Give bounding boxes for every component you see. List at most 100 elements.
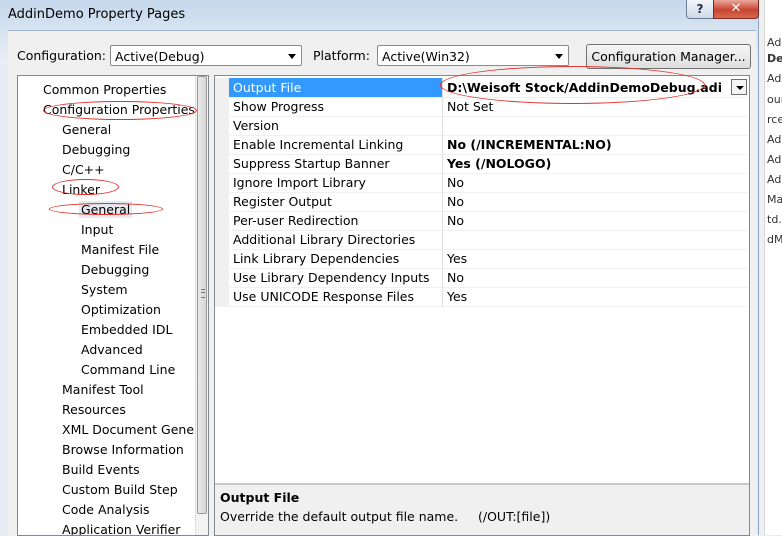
property-name[interactable]: Output File	[229, 78, 443, 97]
background-text: Add	[767, 153, 782, 166]
property-name[interactable]: Enable Incremental Linking	[229, 135, 443, 154]
property-pages-dialog: AddinDemo Property Pages ? ✕ Configurati…	[0, 0, 759, 536]
tree-item-code-analysis[interactable]: Code Analysis	[62, 501, 149, 518]
property-row[interactable]: Per-user Redirection No	[215, 211, 749, 231]
property-name[interactable]: Link Library Dependencies	[229, 249, 443, 268]
row-gutter	[215, 192, 229, 211]
annotation-circle	[52, 179, 119, 195]
description-title: Output File	[220, 490, 300, 505]
property-row[interactable]: Use Library Dependency Inputs No	[215, 268, 749, 288]
tree-item-linker-input[interactable]: Input	[81, 221, 113, 238]
row-gutter	[215, 116, 229, 135]
description-panel: Output File Override the default output …	[215, 483, 749, 535]
configuration-select[interactable]: Active(Debug)	[110, 45, 302, 66]
property-row[interactable]: Use UNICODE Response Files Yes	[215, 287, 749, 307]
row-gutter	[215, 78, 229, 97]
property-value[interactable]: Yes	[443, 249, 749, 268]
property-name[interactable]: Suppress Startup Banner	[229, 154, 443, 173]
property-value[interactable]: No (/INCREMENTAL:NO)	[443, 135, 749, 154]
property-row[interactable]: Ignore Import Library No	[215, 173, 749, 193]
annotation-circle	[49, 203, 163, 215]
row-gutter	[215, 287, 229, 306]
property-value[interactable]: No	[443, 173, 749, 192]
help-button[interactable]: ?	[686, 0, 714, 19]
tree-item-linker-manifest-file[interactable]: Manifest File	[81, 241, 159, 258]
background-text: Ma	[767, 193, 782, 206]
property-name[interactable]: Additional Library Directories	[229, 230, 443, 249]
title-bar[interactable]: AddinDemo Property Pages ? ✕	[0, 0, 759, 30]
property-row[interactable]: Enable Incremental Linking No (/INCREMEN…	[215, 135, 749, 155]
description-text: Override the default output file name. (…	[220, 509, 551, 524]
window-title: AddinDemo Property Pages	[8, 7, 186, 22]
background-text: Add	[767, 133, 782, 146]
scrollbar-thumb[interactable]	[197, 76, 207, 514]
background-text: our	[767, 93, 782, 106]
property-value[interactable]: No	[443, 211, 749, 230]
background-text: Add	[767, 173, 782, 186]
configuration-manager-button[interactable]: Configuration Manager...	[586, 44, 751, 69]
tree-item-browse-information[interactable]: Browse Information	[62, 441, 184, 458]
property-name[interactable]: Per-user Redirection	[229, 211, 443, 230]
property-value[interactable]: No	[443, 268, 749, 287]
row-gutter	[215, 135, 229, 154]
grip-icon	[201, 289, 205, 298]
row-gutter	[215, 268, 229, 287]
tree-item-linker-embedded-idl[interactable]: Embedded IDL	[81, 321, 172, 338]
tree-item-linker-command-line[interactable]: Command Line	[81, 361, 175, 378]
background-text: Der	[767, 52, 782, 65]
property-row[interactable]: Version	[215, 116, 749, 136]
row-gutter	[215, 154, 229, 173]
background-text: rce	[767, 113, 782, 126]
tree-scrollbar[interactable]	[195, 76, 208, 535]
platform-label: Platform:	[313, 48, 370, 63]
background-scrollbar	[759, 0, 765, 535]
background-text: td.	[767, 213, 782, 226]
tree-item-linker-system[interactable]: System	[81, 281, 128, 298]
property-name[interactable]: Version	[229, 116, 443, 135]
platform-value: Active(Win32)	[382, 49, 470, 64]
property-value[interactable]: Yes (/NOLOGO)	[443, 154, 749, 173]
close-button[interactable]: ✕	[713, 0, 759, 19]
chevron-down-icon[interactable]	[731, 79, 747, 95]
row-gutter	[215, 97, 229, 116]
tree-item-linker-optimization[interactable]: Optimization	[81, 301, 161, 318]
tree-item-general[interactable]: General	[62, 121, 111, 138]
platform-select[interactable]: Active(Win32)	[377, 45, 569, 66]
row-gutter	[215, 230, 229, 249]
configuration-label: Configuration:	[17, 48, 106, 63]
property-tree[interactable]: Common Properties Configuration Properti…	[17, 75, 209, 536]
property-value[interactable]: No	[443, 192, 749, 211]
annotation-circle	[440, 66, 705, 104]
property-name[interactable]: Register Output	[229, 192, 443, 211]
property-value[interactable]	[443, 230, 749, 249]
property-name[interactable]: Show Progress	[229, 97, 443, 116]
annotation-circle	[43, 101, 197, 120]
property-name[interactable]: Use UNICODE Response Files	[229, 287, 443, 306]
property-name[interactable]: Use Library Dependency Inputs	[229, 268, 443, 287]
row-gutter	[215, 211, 229, 230]
property-row[interactable]: Link Library Dependencies Yes	[215, 249, 749, 269]
tree-item-manifest-tool[interactable]: Manifest Tool	[62, 381, 144, 398]
property-row[interactable]: Additional Library Directories	[215, 230, 749, 250]
tree-item-cpp[interactable]: C/C++	[62, 161, 105, 178]
property-value[interactable]	[443, 116, 749, 135]
tree-item-xml-document-generator[interactable]: XML Document Gene	[62, 421, 194, 438]
property-value[interactable]: Yes	[443, 287, 749, 306]
background-text: Add	[767, 36, 782, 49]
chevron-down-icon[interactable]	[552, 48, 566, 63]
tree-item-linker-debugging[interactable]: Debugging	[81, 261, 149, 278]
tree-item-build-events[interactable]: Build Events	[62, 461, 140, 478]
property-row[interactable]: Show Progress Not Set	[215, 97, 749, 117]
property-grid[interactable]: Output File D:\Weisoft Stock/AddinDemoDe…	[214, 75, 750, 536]
tree-item-linker-advanced[interactable]: Advanced	[81, 341, 143, 358]
tree-item-common-properties[interactable]: Common Properties	[43, 81, 166, 98]
tree-item-resources[interactable]: Resources	[62, 401, 126, 418]
row-gutter	[215, 173, 229, 192]
tree-item-debugging[interactable]: Debugging	[62, 141, 130, 158]
chevron-down-icon[interactable]	[285, 48, 299, 63]
tree-item-custom-build-step[interactable]: Custom Build Step	[62, 481, 178, 498]
property-row[interactable]: Suppress Startup Banner Yes (/NOLOGO)	[215, 154, 749, 174]
property-row[interactable]: Register Output No	[215, 192, 749, 212]
property-name[interactable]: Ignore Import Library	[229, 173, 443, 192]
tree-item-application-verifier[interactable]: Application Verifier	[62, 521, 180, 535]
